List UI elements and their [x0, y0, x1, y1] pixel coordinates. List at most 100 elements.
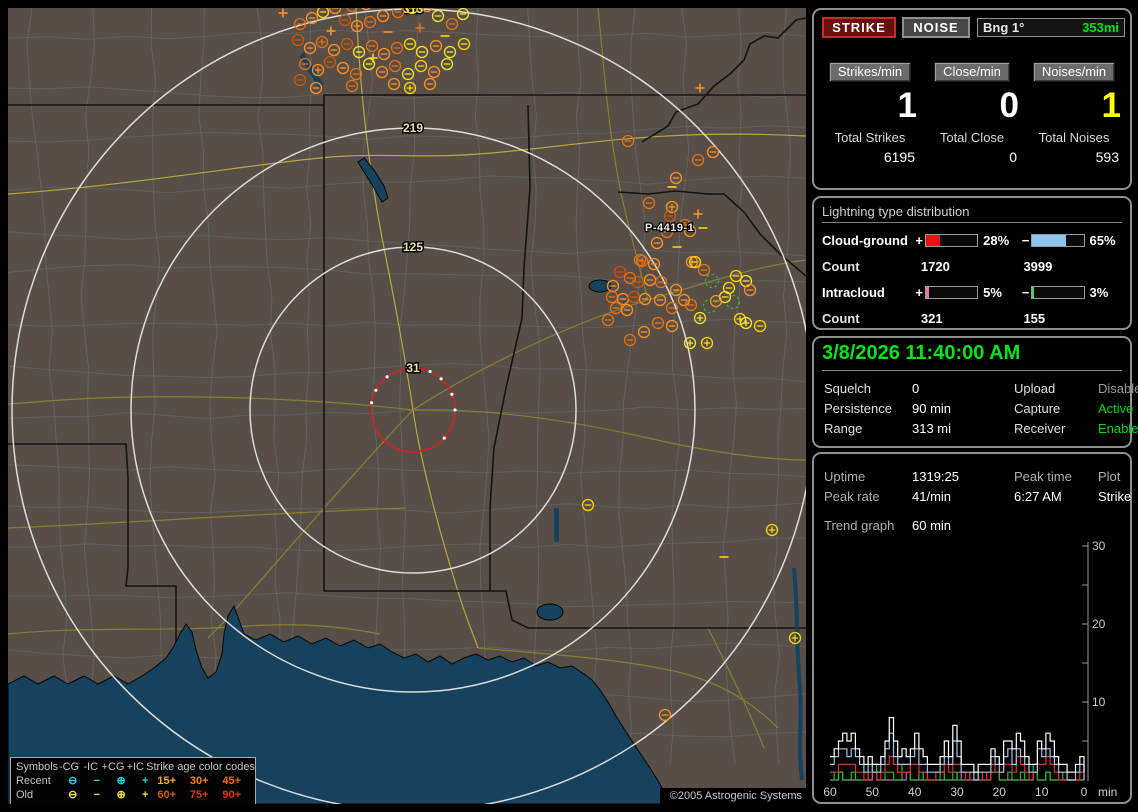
- svg-text:10: 10: [1035, 785, 1049, 799]
- svg-text:60: 60: [823, 785, 837, 799]
- noises-min-badge[interactable]: Noises/min: [1032, 62, 1116, 82]
- plus-bar: [925, 285, 979, 299]
- panel-distribution: Lightning type distribution Cloud-ground…: [812, 196, 1132, 330]
- info-cell: Uptime: [824, 468, 866, 484]
- distribution-type-label: Intracloud: [822, 284, 885, 300]
- svg-text:125: 125: [403, 240, 423, 254]
- minus-count: 3999: [1023, 258, 1053, 274]
- info-cell: Plot: [1098, 468, 1121, 484]
- svg-text:40: 40: [908, 785, 922, 799]
- plus-sign: +: [915, 232, 923, 248]
- trend-window-value: 60 min: [912, 518, 952, 533]
- minus-percent: 3%: [1089, 284, 1109, 300]
- badge-wrap: Noises/min: [1023, 62, 1125, 82]
- rate-column: Strikes/min 1 Total Strikes 6195: [819, 62, 921, 165]
- map-legend: Symbols -CG -IC +CG +IC Strike age color code…: [10, 757, 256, 804]
- info-row: Squelch 0 Upload Disabled: [824, 378, 1138, 398]
- distribution-title: Lightning type distribution: [822, 204, 1122, 223]
- rate-value: 1: [897, 86, 917, 125]
- info-cell: Squelch: [824, 380, 871, 396]
- total-label: Total Strikes: [834, 130, 906, 145]
- station-label: P-4419-1: [645, 222, 694, 234]
- count-row: Count 1720 3999: [822, 252, 1126, 280]
- bearing-display: Bng 1° 353mi: [977, 18, 1125, 37]
- plus-count: 321: [920, 310, 943, 326]
- rate-value: 0: [999, 86, 1019, 125]
- info-cell: 0: [912, 380, 920, 396]
- plus-count: 1720: [920, 258, 950, 274]
- total-value: 593: [1095, 149, 1119, 165]
- panel-status: 3/8/2026 11:40:00 AM Squelch 0 Upload Disab…: [812, 336, 1138, 448]
- rate-column: Noises/min 1 Total Noises 593: [1023, 62, 1125, 165]
- info-cell: Disabled: [1098, 380, 1138, 396]
- info-cell: Upload: [1014, 380, 1056, 396]
- count-label: Count: [822, 310, 860, 326]
- total-label: Total Close: [939, 130, 1005, 145]
- info-row: Range 313 mi Receiver Enabled: [824, 418, 1138, 438]
- total-label: Total Noises: [1038, 130, 1110, 145]
- minus-percent: 65%: [1089, 232, 1116, 248]
- info-cell: Peak time: [1014, 468, 1072, 484]
- info-cell: Persistence: [824, 400, 892, 416]
- info-row: Uptime 1319:25 Peak time Plot: [824, 466, 1124, 486]
- panel-rates: STRIKE NOISE Bng 1° 353mi Strikes/min 1 To…: [812, 8, 1132, 190]
- svg-text:0: 0: [1081, 785, 1088, 799]
- info-cell: Strike: [1098, 488, 1132, 504]
- status-rows: Squelch 0 Upload Disabled Persistence 90 min C…: [824, 378, 1138, 438]
- rate-column: Close/min 0 Total Close 0: [921, 62, 1023, 165]
- info-cell: Receiver: [1014, 420, 1066, 436]
- svg-text:50: 50: [866, 785, 880, 799]
- strikes-min-badge[interactable]: Strikes/min: [828, 62, 912, 82]
- badge-wrap: Close/min: [921, 62, 1023, 82]
- minus-bar: [1031, 285, 1085, 299]
- info-cell: 41/min: [912, 488, 952, 504]
- info-cell: Enabled: [1098, 420, 1138, 436]
- info-row: Persistence 90 min Capture Active: [824, 398, 1133, 418]
- distribution-row: Cloud-ground +28% − 65%: [822, 228, 1126, 252]
- count-row: Count 321 155: [822, 304, 1126, 332]
- trend-graph-label: Trend graph: [824, 518, 895, 533]
- info-row: Peak rate 41/min 6:27 AM Strike: [824, 486, 1131, 506]
- svg-text:30: 30: [950, 785, 964, 799]
- info-cell: 1319:25: [912, 468, 959, 484]
- info-cell: Range: [824, 420, 863, 436]
- count-label: Count: [822, 258, 860, 274]
- minus-sign: −: [1021, 284, 1030, 300]
- plus-bar: [925, 233, 979, 247]
- svg-text:219: 219: [403, 121, 423, 135]
- total-value: 6195: [883, 149, 915, 165]
- distribution-rows: Cloud-ground +28% −65% Count 1720 3999 Intracl…: [822, 228, 1126, 332]
- plus-percent: 5%: [983, 284, 1002, 300]
- total-value: 0: [1009, 149, 1017, 165]
- minus-sign: −: [1021, 232, 1030, 248]
- svg-text:10: 10: [1092, 695, 1106, 709]
- stats-rows: Uptime 1319:25 Peak time Plot Peak rate 41/mi…: [824, 466, 1131, 506]
- info-cell: 313 mi: [912, 420, 952, 436]
- close-min-badge[interactable]: Close/min: [934, 62, 1010, 82]
- trend-graph: 10 20 30 60 50 40 30 20 10 0 min: [823, 539, 1117, 799]
- map-labels: P-4419-1: [644, 221, 695, 236]
- info-cell: 90 min: [912, 400, 952, 416]
- minus-count: 155: [1023, 310, 1046, 326]
- panel-stats-trend: Uptime 1319:25 Peak time Plot Peak rate 41/mi…: [812, 452, 1132, 804]
- noise-mode-button[interactable]: NOISE: [902, 17, 970, 38]
- svg-text:20: 20: [993, 785, 1007, 799]
- rate-columns: Strikes/min 1 Total Strikes 6195 Close/min 0 T…: [819, 62, 1125, 165]
- rate-value: 1: [1101, 86, 1121, 125]
- datetime: 3/8/2026 11:40:00 AM: [822, 342, 1122, 371]
- info-cell: 6:27 AM: [1014, 488, 1062, 504]
- bearing-label: Bng 1°: [983, 20, 1025, 35]
- info-cell: Peak rate: [824, 488, 880, 504]
- trend-row: Trend graph 60 min: [824, 518, 951, 533]
- info-cell: Capture: [1014, 400, 1061, 416]
- map[interactable]: 313 219 125 31 P-4419-1 Symbols -CG -IC +CG +IC…: [8, 8, 806, 804]
- distribution-row: Intracloud +5% − 3%: [822, 280, 1126, 304]
- strike-mode-button[interactable]: STRIKE: [822, 17, 896, 38]
- bearing-range-value: 353mi: [1082, 20, 1119, 35]
- badge-wrap: Strikes/min: [819, 62, 921, 82]
- info-cell: Active: [1098, 400, 1134, 416]
- plus-percent: 28%: [983, 232, 1010, 248]
- svg-text:30: 30: [1092, 539, 1106, 553]
- minus-bar: [1031, 233, 1085, 247]
- distribution-type-label: Cloud-ground: [822, 232, 908, 248]
